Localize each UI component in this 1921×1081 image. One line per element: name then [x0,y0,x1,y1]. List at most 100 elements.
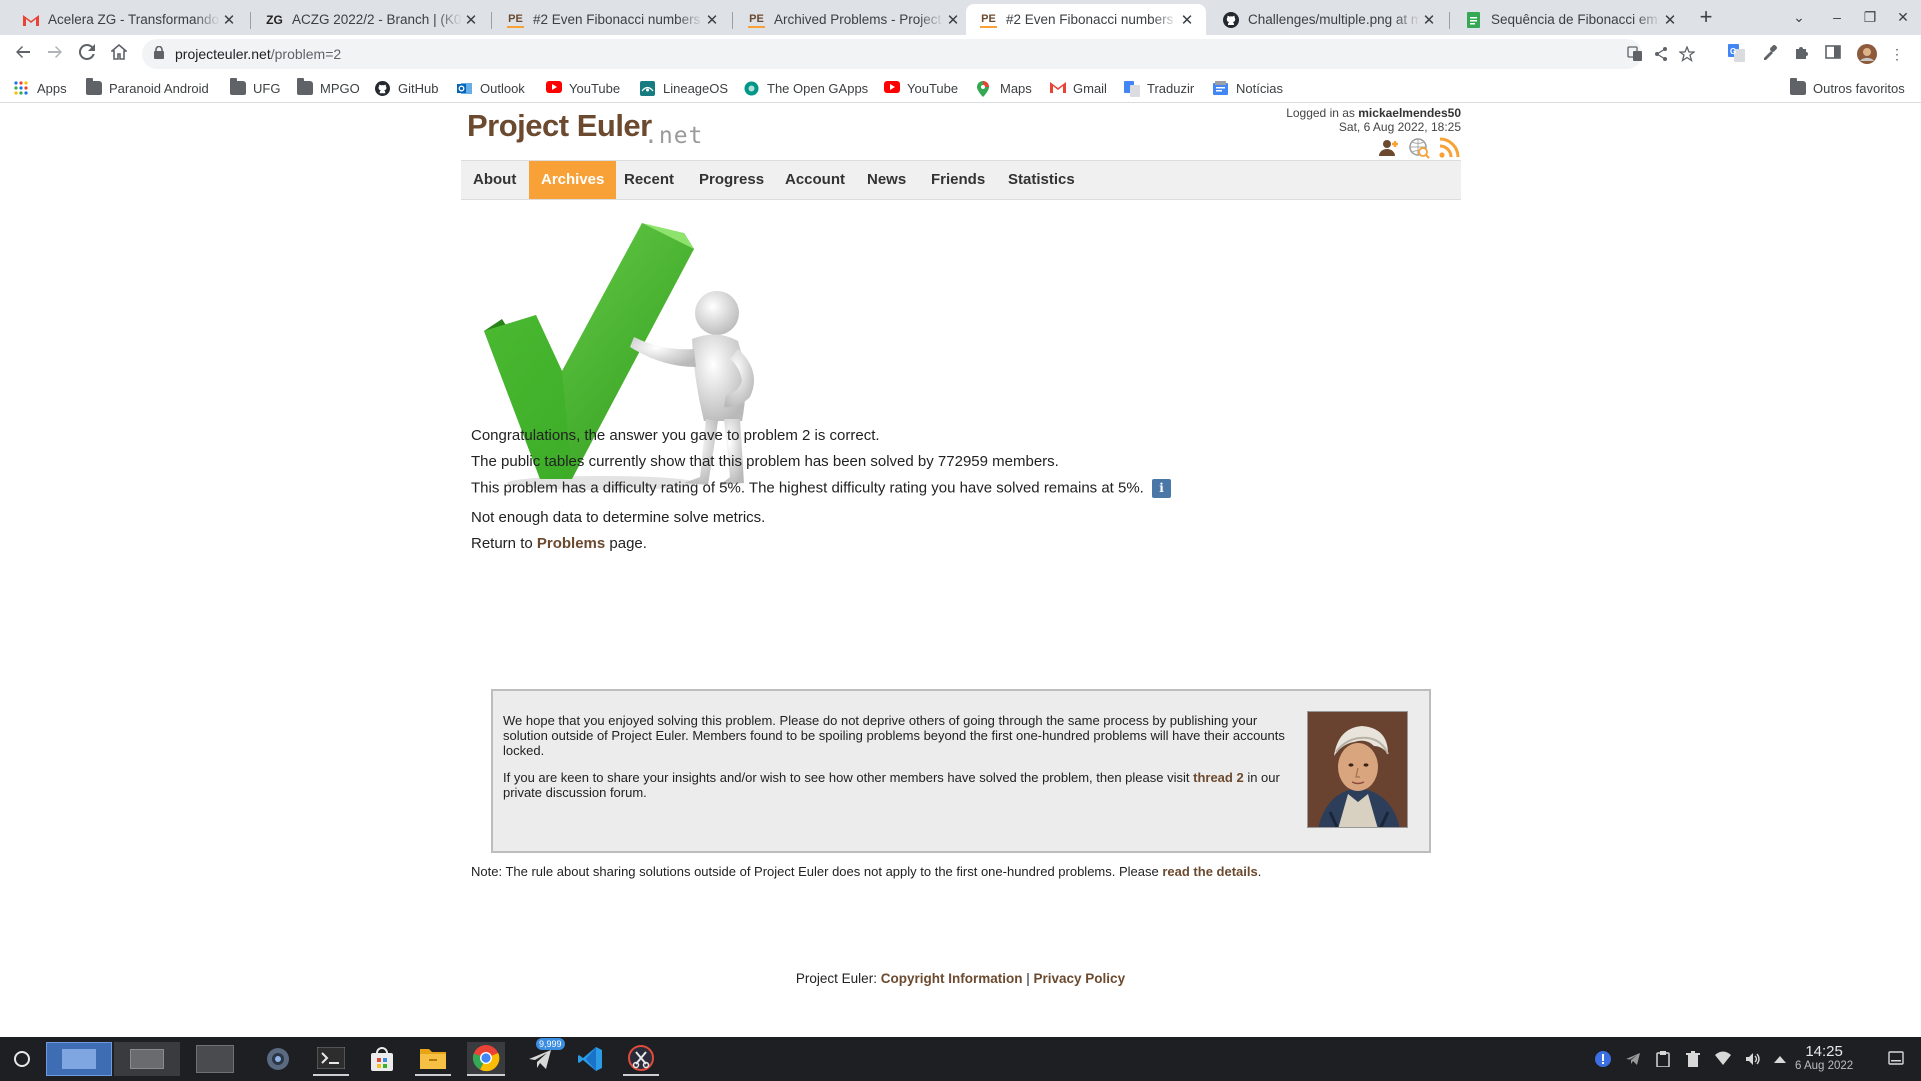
tab-strip: Acelera ZG - Transformando em ✕ ZG ACZG … [0,0,1921,35]
bookmark-noticias[interactable]: Notícias [1213,77,1283,99]
nav-archives[interactable]: Archives [529,161,617,199]
close-icon[interactable]: ✕ [1661,11,1679,29]
privacy-policy-link[interactable]: Privacy Policy [1034,971,1126,986]
back-button[interactable] [9,41,37,67]
clock-time: 14:25 [1805,1043,1843,1060]
close-icon[interactable]: ✕ [944,11,962,29]
launcher-button[interactable] [8,1042,36,1076]
close-icon[interactable]: ✕ [462,11,480,29]
nav-account[interactable]: Account [773,161,857,199]
telegram-tray-icon[interactable] [1625,1051,1641,1067]
bookmark-youtube-2[interactable]: YouTube [884,77,958,99]
notification-alert-icon[interactable] [1595,1051,1611,1067]
close-icon[interactable]: ✕ [220,11,238,29]
nav-news[interactable]: News [855,161,918,199]
google-translate-extension-icon[interactable]: G [1726,44,1748,64]
tab-search-chevron-icon[interactable]: ⌄ [1786,6,1812,28]
system-clock[interactable]: 14:25 6 Aug 2022 [1795,1043,1853,1072]
settings-app-icon[interactable] [262,1042,294,1076]
screenshot-tool-icon[interactable] [623,1042,659,1076]
bookmark-apps[interactable]: Apps [14,77,67,99]
side-panel-icon[interactable] [1822,44,1844,64]
nav-statistics[interactable]: Statistics [996,161,1087,199]
bookmark-lineageos[interactable]: LineageOS [640,77,728,99]
clipboard-icon[interactable] [1655,1051,1671,1068]
bookmark-open-gapps[interactable]: The Open GApps [744,77,868,99]
problems-link[interactable]: Problems [537,535,605,552]
close-window-button[interactable]: ✕ [1890,6,1916,28]
volume-icon[interactable] [1745,1051,1761,1067]
restore-button[interactable]: ❐ [1857,6,1883,28]
bookmark-github[interactable]: GitHub [375,77,438,99]
project-euler-logo[interactable]: Project Euler [467,108,652,144]
bookmark-ufg[interactable]: UFG [230,77,280,99]
tab-aczg[interactable]: ZG ACZG 2022/2 - Branch | (K0-T ✕ [252,4,490,35]
folder-icon [1790,78,1806,95]
lock-icon [154,45,164,60]
bookmark-youtube-1[interactable]: YouTube [546,77,620,99]
tab-even-fibonacci-active[interactable]: PE #2 Even Fibonacci numbers - P ✕ [966,4,1206,35]
bookmark-traduzir[interactable]: Traduzir [1124,77,1194,99]
bookmark-gmail[interactable]: Gmail [1050,77,1107,99]
trash-icon[interactable] [1685,1051,1701,1067]
return-message: Return to Problems page. [471,535,647,552]
software-store-icon[interactable] [364,1042,400,1076]
thread-link[interactable]: thread 2 [1193,770,1244,785]
terminal-app-icon[interactable] [313,1042,349,1076]
workspace-1[interactable] [46,1042,112,1076]
nav-progress[interactable]: Progress [687,161,776,199]
bookmark-star-icon[interactable] [1678,45,1696,63]
nav-friends[interactable]: Friends [919,161,997,199]
globe-search-icon[interactable] [1408,137,1430,159]
solve-metrics-message: Not enough data to determine solve metri… [471,509,766,526]
bookmark-paranoid-android[interactable]: Paranoid Android [86,77,209,99]
tray-expand-icon[interactable] [1773,1051,1789,1067]
tab-even-fibonacci-1[interactable]: PE #2 Even Fibonacci numbers - P ✕ [493,4,731,35]
nav-recent[interactable]: Recent [612,161,686,199]
bookmark-maps[interactable]: Maps [977,77,1032,99]
github-icon [1222,11,1239,28]
address-bar[interactable]: projecteuler.net/problem=2 [142,39,1696,69]
telegram-app-icon[interactable]: 9,999 [522,1038,565,1076]
bookmark-outlook[interactable]: Outlook [457,77,525,99]
workspace-2[interactable] [114,1042,180,1076]
forward-button[interactable] [41,41,69,67]
share-icon[interactable] [1653,46,1669,62]
eyedropper-extension-icon[interactable] [1759,44,1781,64]
chrome-app-icon[interactable] [467,1042,505,1076]
lineageos-icon [640,81,656,96]
close-icon[interactable]: ✕ [703,11,721,29]
wifi-icon[interactable] [1715,1051,1731,1067]
minimize-button[interactable]: – [1824,6,1850,28]
read-details-link[interactable]: read the details [1162,864,1257,879]
vscode-app-icon[interactable] [572,1042,608,1076]
close-icon[interactable]: ✕ [1178,11,1196,29]
chrome-menu-icon[interactable]: ⋮ [1886,44,1908,64]
nav-about[interactable]: About [461,161,528,199]
rss-feed-icon[interactable] [1438,137,1460,159]
site-footer: Project Euler: Copyright Information | P… [795,971,1126,986]
copyright-link[interactable]: Copyright Information [881,971,1023,986]
files-app-icon[interactable] [415,1042,451,1076]
translate-icon[interactable] [1627,46,1643,62]
difficulty-info-button[interactable]: i [1152,479,1172,498]
profile-avatar[interactable] [1856,44,1878,64]
tab-acelera[interactable]: Acelera ZG - Transformando em ✕ [8,4,248,35]
new-tab-button[interactable]: + [1692,4,1720,32]
close-icon[interactable]: ✕ [1420,11,1438,29]
tab-github-challenges[interactable]: Challenges/multiple.png at m ✕ [1208,4,1448,35]
username: mickaelmendes50 [1358,106,1461,120]
bookmark-outros-favoritos[interactable]: Outros favoritos [1790,77,1905,99]
notice-text: We hope that you enjoyed solving this pr… [503,713,1303,812]
home-button[interactable] [105,41,133,67]
show-desktop-icon[interactable] [1888,1051,1904,1067]
bookmark-mpgo[interactable]: MPGO [297,77,360,99]
folder-icon [230,78,246,95]
tab-fibonacci-c[interactable]: Sequência de Fibonacci em C ✕ [1451,4,1689,35]
youtube-icon [884,81,900,95]
workspace-3[interactable] [182,1042,248,1076]
add-friend-icon[interactable] [1378,137,1400,159]
reload-button[interactable] [73,41,101,67]
extensions-puzzle-icon[interactable] [1791,44,1813,64]
tab-archived-problems[interactable]: PE Archived Problems - Project E ✕ [734,4,972,35]
